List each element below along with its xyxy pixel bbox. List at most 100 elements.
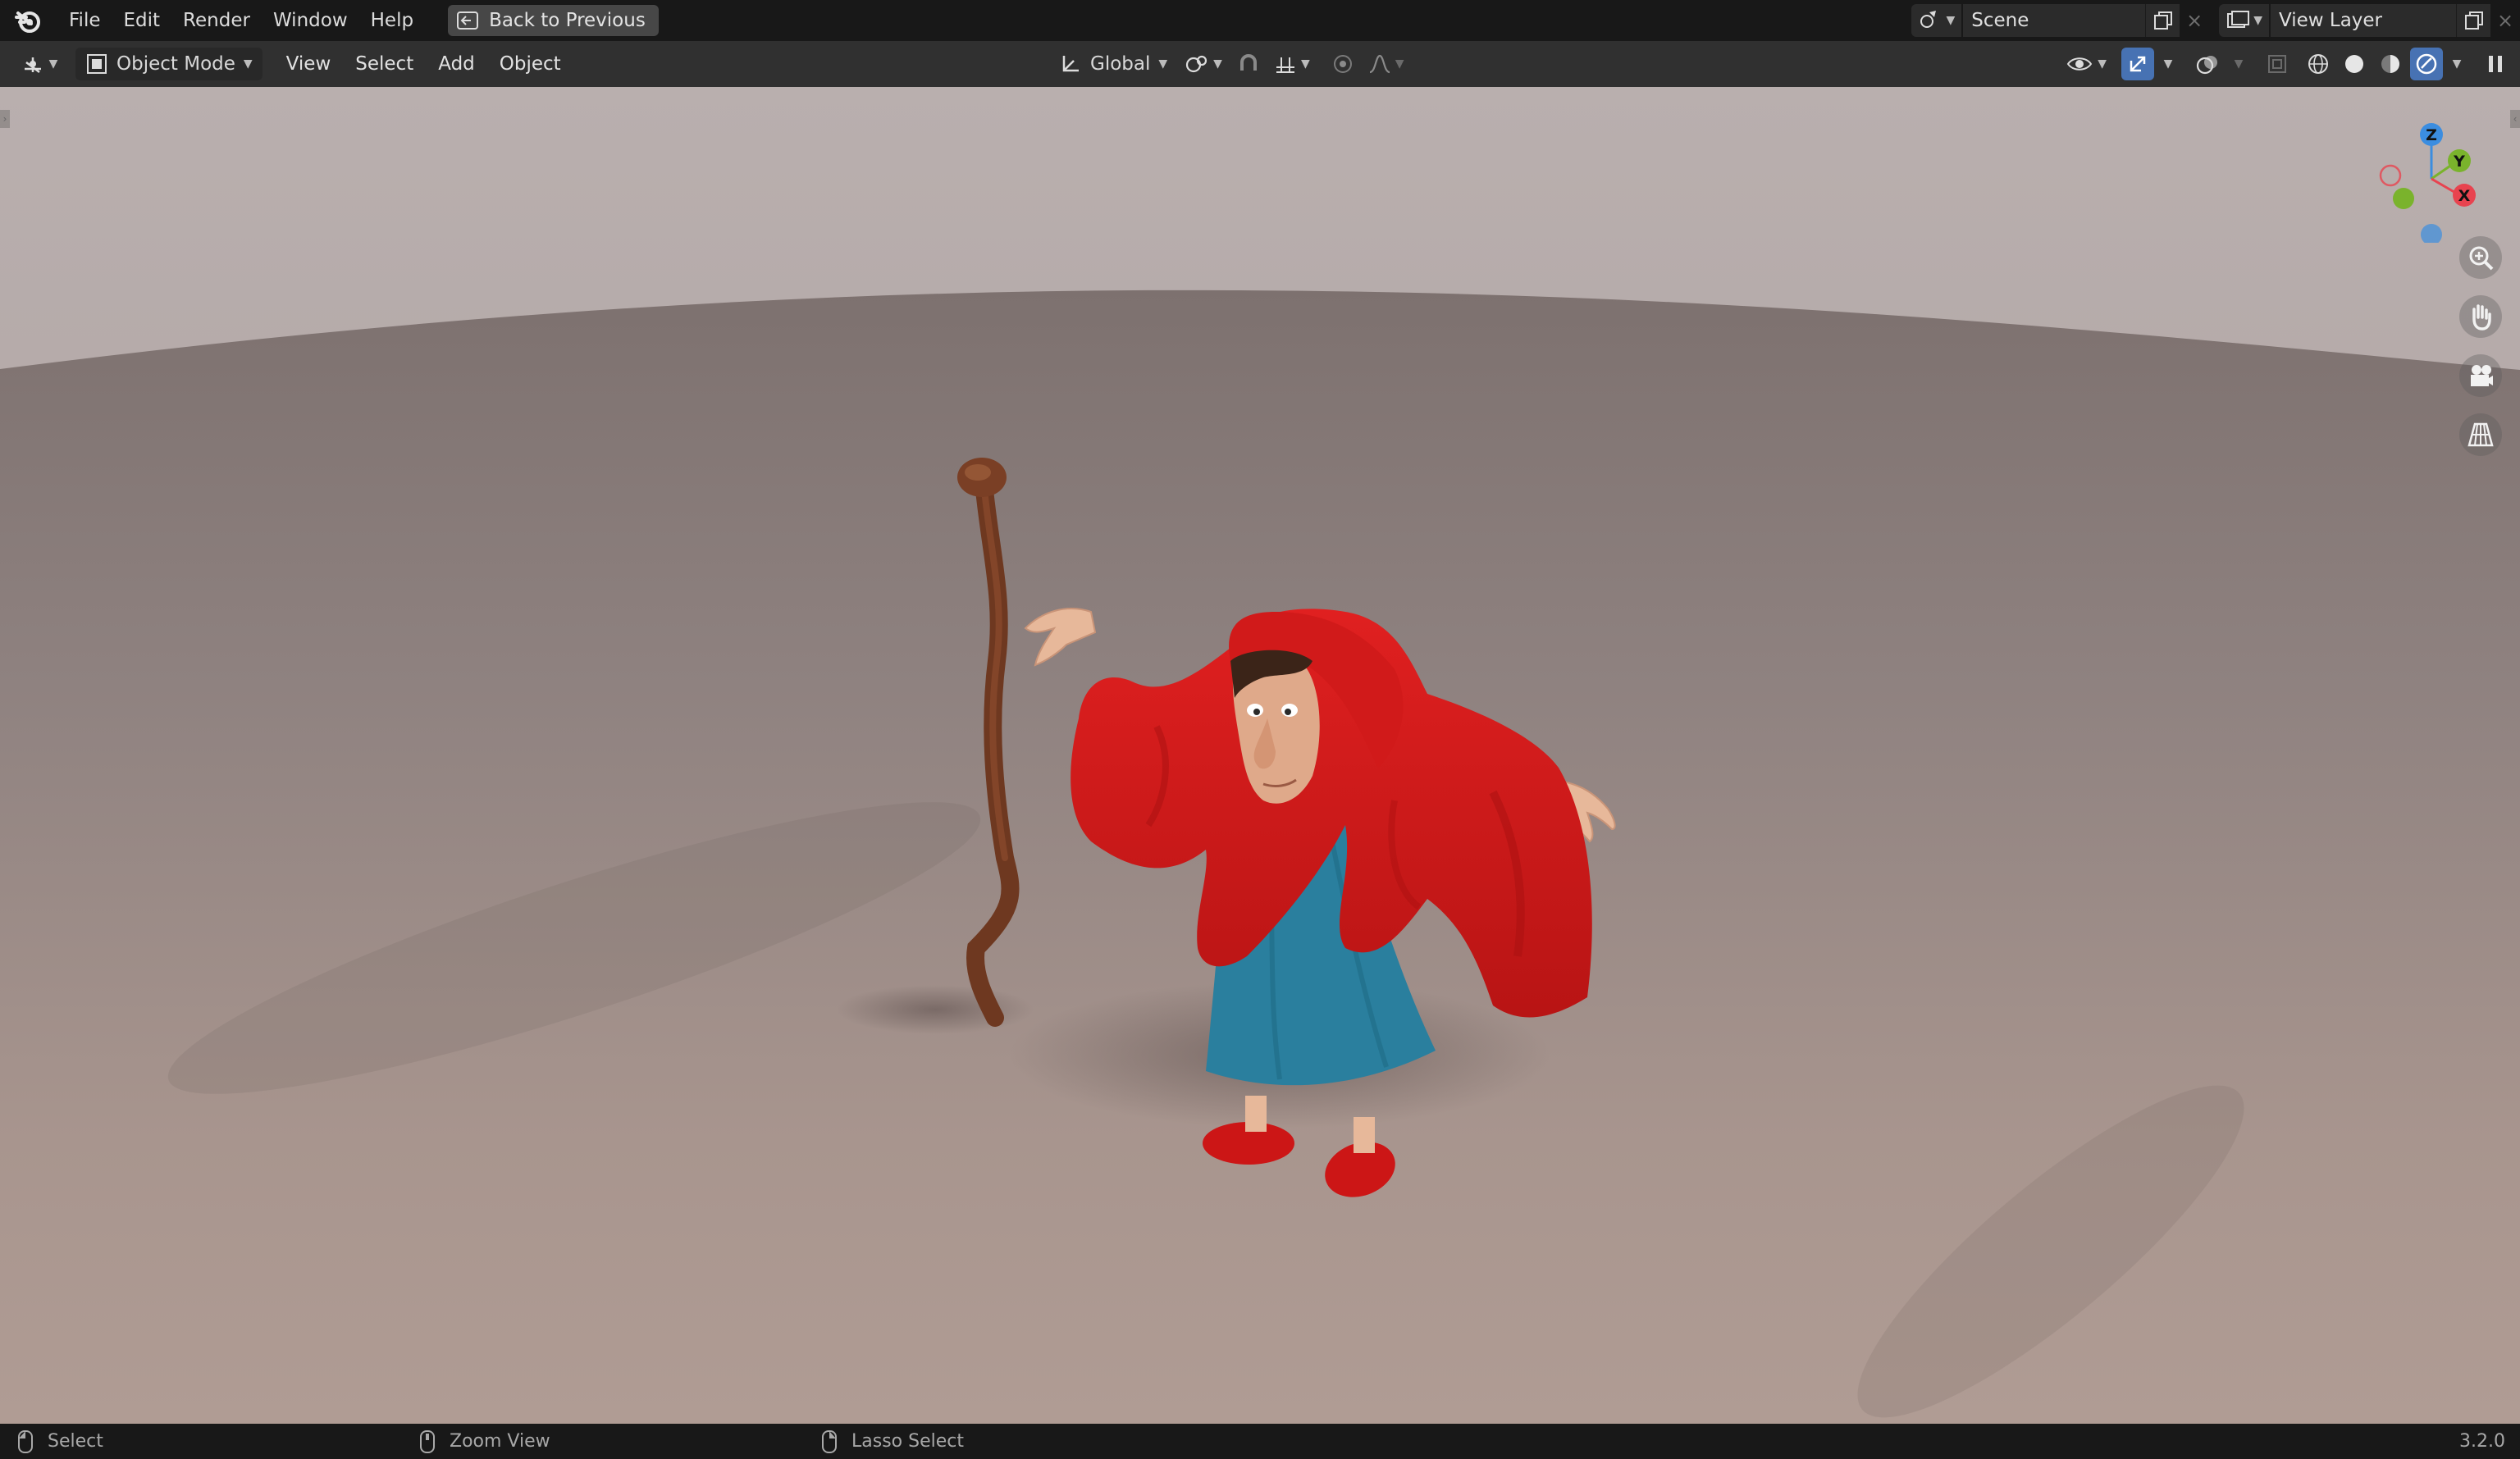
gizmo-arrow-icon (2130, 56, 2146, 72)
chevron-down-icon: ▼ (2163, 57, 2173, 71)
xray-toggle[interactable] (2261, 48, 2294, 80)
proportional-edit-icon (1333, 55, 1352, 73)
back-to-previous-label: Back to Previous (489, 10, 646, 31)
orientation-global-icon (1062, 56, 1079, 72)
pause-icon (2489, 56, 2502, 72)
axis-neg-z-icon[interactable] (2421, 224, 2442, 243)
new-scene-button[interactable] (2145, 4, 2180, 37)
editor-type-button[interactable]: ▼ (15, 48, 64, 80)
snap-toggle[interactable] (1232, 48, 1265, 80)
view-layer-name: View Layer (2279, 10, 2383, 31)
axis-neg-y-icon[interactable] (2393, 188, 2414, 209)
grid-perspective-icon (2468, 422, 2494, 447)
pan-view-button[interactable] (2459, 295, 2502, 338)
pause-render-button[interactable] (2479, 48, 2512, 80)
wireframe-sphere-icon (2308, 54, 2328, 74)
shading-rendered-button[interactable] (2410, 48, 2443, 80)
overlays-toggle[interactable] (2190, 48, 2225, 80)
chevron-down-icon: ▼ (1395, 57, 1404, 71)
menu-edit[interactable]: Edit (112, 10, 172, 31)
overlays-icon (2196, 56, 2217, 75)
status-bar: Select Zoom View Lasso Select 3.2.0 (0, 1424, 2520, 1459)
menu-object[interactable]: Object (487, 53, 573, 75)
object-mode-dropdown[interactable]: Object Mode ▼ (75, 48, 262, 80)
shading-solid-button[interactable] (2338, 48, 2371, 80)
status-lasso-label: Lasso Select (851, 1431, 964, 1452)
close-icon: × (2186, 9, 2203, 32)
chevron-down-icon: ▼ (1300, 57, 1310, 71)
zoom-view-button[interactable] (2459, 236, 2502, 279)
gizmo-toggle[interactable] (2121, 48, 2154, 80)
rendered-scene[interactable] (0, 87, 2520, 1424)
shading-dropdown[interactable]: ▼ (2446, 48, 2468, 80)
status-select-label: Select (48, 1431, 103, 1452)
status-lasso: Lasso Select (822, 1424, 964, 1459)
object-visibility-dropdown[interactable]: ▼ (2061, 48, 2111, 80)
viewport-header: ▼ Object Mode ▼ View Select Add Object G… (0, 41, 2520, 87)
eye-icon (2067, 57, 2093, 71)
mouse-left-icon (18, 1429, 33, 1453)
scene-name-field[interactable]: Scene (1963, 4, 2146, 37)
hand-icon (2472, 304, 2491, 331)
back-to-previous-button[interactable]: Back to Previous (448, 5, 659, 36)
pivot-icon (1186, 55, 1208, 73)
zoom-plus-icon (2469, 246, 2494, 271)
status-zoom: Zoom View (420, 1424, 550, 1459)
object-mode-icon (87, 54, 107, 74)
chevron-down-icon: ▼ (2452, 57, 2462, 71)
chevron-down-icon: ▼ (243, 57, 253, 71)
material-sphere-icon (2381, 55, 2399, 73)
navigation-gizmo[interactable]: Z Y X (2366, 103, 2489, 243)
chevron-down-icon: ▼ (1946, 14, 1956, 27)
gizmo-dropdown[interactable]: ▼ (2157, 48, 2179, 80)
xray-icon (2268, 55, 2286, 73)
shading-wireframe-button[interactable] (2302, 48, 2335, 80)
menu-select[interactable]: Select (343, 53, 426, 75)
scene-name: Scene (1971, 10, 2029, 31)
delete-view-layer-button[interactable]: × (2490, 4, 2520, 37)
axis-y-label: Y (2453, 153, 2465, 171)
sidebar-expand-arrow-icon[interactable]: ‹ (2510, 110, 2520, 128)
menu-render[interactable]: Render (171, 10, 262, 31)
chevron-down-icon: ▼ (2253, 14, 2262, 27)
version-label: 3.2.0 (2459, 1431, 2505, 1452)
top-bar: File Edit Render Window Help Back to Pre… (0, 0, 2520, 41)
status-select: Select (18, 1424, 103, 1459)
proportional-falloff-dropdown[interactable]: ▼ (1364, 48, 1408, 80)
magnet-icon (1239, 54, 1257, 71)
chevron-down-icon: ▼ (1213, 57, 1222, 71)
menu-view[interactable]: View (274, 53, 344, 75)
duplicate-icon (2153, 11, 2172, 30)
perspective-toggle-button[interactable] (2459, 413, 2502, 456)
menu-window[interactable]: Window (262, 10, 359, 31)
proportional-editing-toggle[interactable] (1326, 48, 1359, 80)
mouse-middle-icon (420, 1429, 435, 1453)
toolbar-expand-arrow-icon[interactable]: › (0, 110, 10, 128)
camera-view-button[interactable] (2459, 354, 2502, 397)
axis-neg-x-icon[interactable] (2379, 164, 2402, 187)
menu-help[interactable]: Help (359, 10, 425, 31)
menu-add[interactable]: Add (426, 53, 487, 75)
snap-increment-icon (1276, 57, 1294, 73)
view-layer-name-field[interactable]: View Layer (2271, 4, 2456, 37)
camera-icon (2471, 365, 2493, 386)
orientation-label: Global (1090, 53, 1151, 75)
pivot-point-dropdown[interactable]: ▼ (1179, 48, 1227, 80)
axis-z-label: Z (2426, 126, 2437, 144)
view-layer-selector-button[interactable]: ▼ (2219, 4, 2269, 37)
axis-x-label: X (2458, 187, 2471, 205)
menu-file[interactable]: File (57, 10, 112, 31)
overlays-dropdown[interactable]: ▼ (2228, 48, 2249, 80)
delete-scene-button[interactable]: × (2180, 4, 2209, 37)
shading-material-button[interactable] (2374, 48, 2407, 80)
new-view-layer-button[interactable] (2456, 4, 2490, 37)
scene-icon (1920, 11, 1937, 28)
object-mode-label: Object Mode (116, 53, 235, 75)
chevron-down-icon: ▼ (1158, 57, 1168, 71)
chevron-down-icon: ▼ (2234, 57, 2244, 71)
snap-target-dropdown[interactable]: ▼ (1270, 48, 1313, 80)
3d-viewport[interactable]: Z Y X › ‹ (0, 87, 2520, 1424)
transform-orientation-dropdown[interactable]: Global ▼ (1052, 48, 1174, 80)
blender-logo-icon[interactable] (13, 6, 43, 35)
scene-selector-button[interactable]: ▼ (1911, 4, 1962, 37)
